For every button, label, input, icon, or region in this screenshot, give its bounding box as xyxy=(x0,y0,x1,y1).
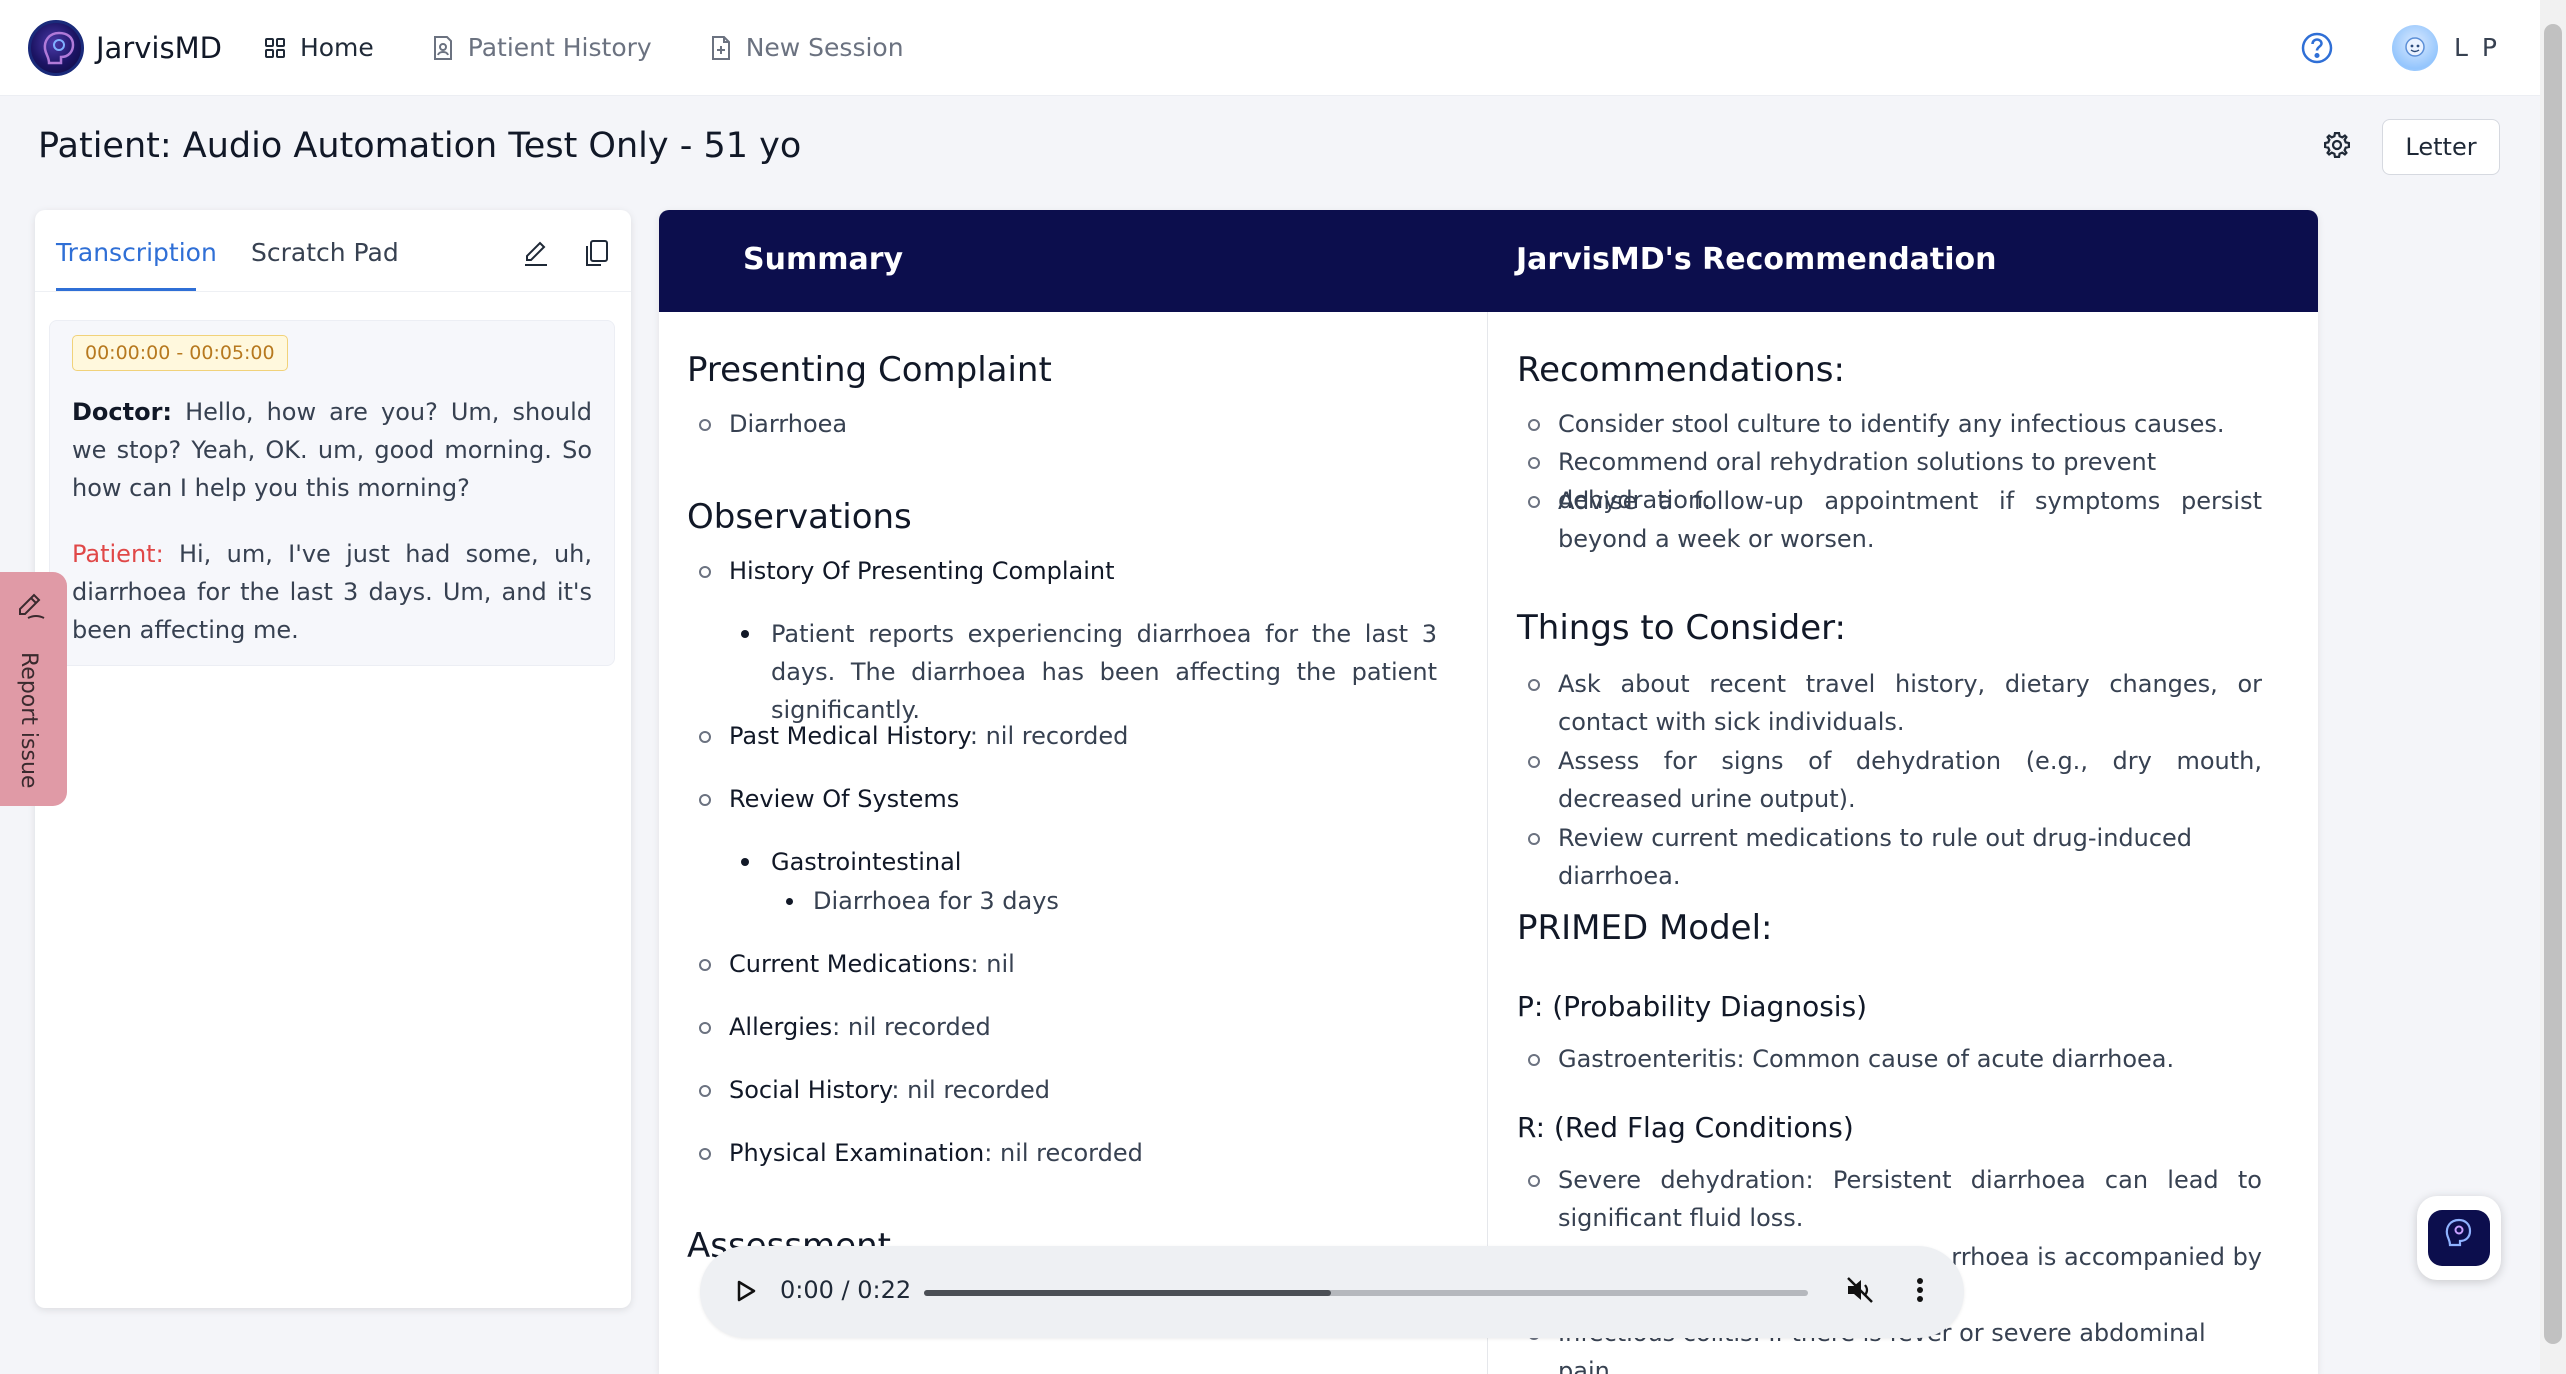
summary-header-bar: Summary JarvisMD's Recommendation xyxy=(659,210,2318,312)
nav-new-session-label: New Session xyxy=(745,33,904,62)
list-item: Diarrhoea xyxy=(698,405,847,443)
section-title: Things to Consider: xyxy=(1517,608,1846,648)
page-title: Patient: Audio Automation Test Only - 51… xyxy=(38,126,802,166)
document-person-icon xyxy=(432,35,454,61)
tab-transcription[interactable]: Transcription xyxy=(56,238,217,267)
summary-heading: Summary xyxy=(743,242,904,277)
list-item: Review Of Systems xyxy=(698,780,960,818)
speaker-doctor: Doctor: xyxy=(72,398,173,426)
list-item: Diarrhoea for 3 days xyxy=(786,882,1059,920)
app-name: JarvisMD xyxy=(96,30,222,65)
summary-panel: Summary JarvisMD's Recommendation Presen… xyxy=(659,210,2318,1374)
page-scrollbar[interactable] xyxy=(2540,0,2566,1374)
utterance-patient: Patient: Hi, um, I've just had some, uh,… xyxy=(72,535,592,649)
list-item: Ask about recent travel history, dietary… xyxy=(1528,665,2262,741)
muted-speaker-icon[interactable] xyxy=(1844,1274,1876,1306)
nav-patient-history[interactable]: Patient History xyxy=(432,33,652,62)
list-item: Past Medical History: nil recorded xyxy=(698,717,1129,755)
main-nav: Home Patient History New Session xyxy=(264,33,962,62)
field-value: : nil recorded xyxy=(891,1076,1050,1104)
list-item: Assess for signs of dehydration (e.g., d… xyxy=(1528,742,2262,818)
panel-tabs: Transcription Scratch Pad xyxy=(35,210,631,292)
field-label: Allergies xyxy=(729,1013,833,1041)
audio-player: 0:00 / 0:22 xyxy=(700,1246,1964,1338)
more-options-icon[interactable] xyxy=(1910,1274,1930,1306)
report-issue-button[interactable]: Report issue xyxy=(0,572,67,806)
grid-icon xyxy=(264,37,286,59)
audio-progress-slider[interactable] xyxy=(924,1290,1808,1296)
list-item: Advise a follow-up appointment if sympto… xyxy=(1528,482,2262,558)
section-title: Presenting Complaint xyxy=(687,350,1052,390)
list-item: Patient reports experiencing diarrhoea f… xyxy=(741,615,1437,729)
edit-icon[interactable] xyxy=(521,238,551,268)
active-tab-indicator xyxy=(56,288,196,291)
field-value: : nil recorded xyxy=(984,1139,1143,1167)
list-item: Review current medications to rule out d… xyxy=(1528,819,2262,895)
user-initials[interactable]: L P xyxy=(2454,33,2500,62)
transcription-panel: Transcription Scratch Pad 00:00:00 - 00:… xyxy=(35,210,631,1308)
list-item: Physical Examination: nil recorded xyxy=(699,1134,1143,1172)
utterance-doctor: Doctor: Hello, how are you? Um, should w… xyxy=(72,393,592,507)
list-item: History Of Presenting Complaint xyxy=(699,552,1115,590)
logo[interactable]: JarvisMD xyxy=(28,19,222,76)
field-label: Social History xyxy=(729,1076,892,1104)
list-item: Social History: nil recorded xyxy=(699,1071,1050,1109)
field-value: : nil recorded xyxy=(832,1013,991,1041)
transcript-segment: 00:00:00 - 00:05:00 Doctor: Hello, how a… xyxy=(49,320,615,666)
list-item: Allergies: nil recorded xyxy=(699,1008,991,1046)
letter-button[interactable]: Letter xyxy=(2382,119,2500,175)
gear-icon[interactable] xyxy=(2322,130,2352,160)
field-label: Gastrointestinal xyxy=(771,848,962,876)
list-item: Current Medications: nil xyxy=(699,945,1015,983)
subsection-title: P: (Probability Diagnosis) xyxy=(1517,990,1868,1023)
nav-home-label: Home xyxy=(299,33,374,62)
speaker-patient: Patient: xyxy=(72,540,164,568)
play-icon[interactable] xyxy=(730,1276,760,1306)
field-label: History Of Presenting Complaint xyxy=(729,557,1115,585)
field-label: Physical Examination xyxy=(729,1139,985,1167)
section-title: Observations xyxy=(687,497,912,537)
section-title: PRIMED Model: xyxy=(1517,908,1773,948)
logo-icon xyxy=(28,19,84,76)
field-label: Review Of Systems xyxy=(729,785,960,813)
nav-patient-history-label: Patient History xyxy=(467,33,652,62)
chatbot-button[interactable] xyxy=(2417,1196,2501,1280)
field-label: Current Medications xyxy=(729,950,971,978)
copy-icon[interactable] xyxy=(583,238,611,268)
avatar[interactable] xyxy=(2392,24,2439,71)
field-value: : nil xyxy=(970,950,1015,978)
list-item: Gastroenteritis: Common cause of acute d… xyxy=(1528,1040,2262,1078)
section-title: Recommendations: xyxy=(1517,350,1845,390)
field-value: : nil recorded xyxy=(969,722,1129,750)
document-add-icon xyxy=(710,35,732,61)
audio-time: 0:00 / 0:22 xyxy=(780,1276,912,1304)
list-item: Gastrointestinal xyxy=(740,843,962,881)
time-range-badge[interactable]: 00:00:00 - 00:05:00 xyxy=(72,335,288,371)
field-label: Past Medical History xyxy=(729,722,970,750)
column-divider xyxy=(1487,312,1488,1374)
chat-bubble-icon xyxy=(2428,1210,2490,1266)
help-icon[interactable] xyxy=(2300,31,2334,65)
nav-home[interactable]: Home xyxy=(264,33,374,62)
list-item: Severe dehydration: Persistent diarrhoea… xyxy=(1528,1161,2262,1237)
recommendation-heading: JarvisMD's Recommendation xyxy=(1516,242,1997,277)
pencil-icon xyxy=(14,588,48,622)
report-issue-label: Report issue xyxy=(16,652,41,789)
tab-scratch-pad[interactable]: Scratch Pad xyxy=(251,238,399,267)
audio-progress-fill xyxy=(924,1290,1331,1296)
scrollbar-thumb[interactable] xyxy=(2544,24,2562,1344)
list-item: Consider stool culture to identify any i… xyxy=(1528,405,2262,443)
subsection-title: R: (Red Flag Conditions) xyxy=(1517,1111,1854,1144)
nav-new-session[interactable]: New Session xyxy=(710,33,904,62)
top-navbar: JarvisMD Home Patient History New Sessio… xyxy=(0,0,2540,96)
